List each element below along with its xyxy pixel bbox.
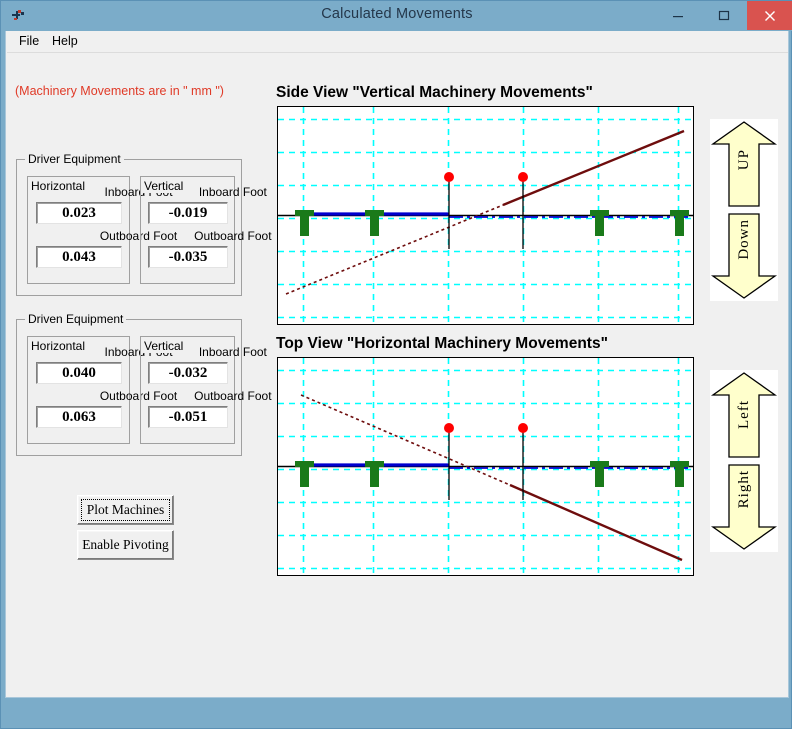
- group-driver-equipment: Driver Equipment Horizontal Inboard Foot…: [16, 159, 242, 296]
- driver-vertical-inboard-label: Inboard Foot: [186, 185, 279, 199]
- driven-outboard-foot: [670, 210, 689, 236]
- group-driven-equipment: Driven Equipment Horizontal Inboard Foot…: [16, 319, 242, 456]
- close-button[interactable]: [747, 1, 792, 30]
- driven-vertical-inboard-input[interactable]: -0.032: [148, 362, 228, 384]
- left-right-arrows: [710, 370, 778, 552]
- left-arrow-label: Left: [736, 400, 753, 429]
- driver-horizontal-outboard-input[interactable]: 0.043: [36, 246, 122, 268]
- menu-item-file[interactable]: File: [12, 33, 46, 51]
- units-note: (Machinery Movements are in " mm "): [15, 84, 224, 98]
- down-arrow-label: Down: [736, 219, 753, 260]
- enable-pivoting-button[interactable]: Enable Pivoting: [77, 530, 174, 560]
- top-view-chart[interactable]: [277, 357, 694, 576]
- driver-vertical-section: Vertical Inboard Foot -0.019 Outboard Fo…: [140, 176, 235, 284]
- coupling-pin-right: [518, 172, 528, 249]
- driven-vertical-inboard-label: Inboard Foot: [186, 345, 279, 359]
- driver-horizontal-title: Horizontal: [28, 179, 88, 193]
- driven-inboard-foot: [590, 210, 609, 236]
- application-window: Calculated Movements File Help (Machiner…: [0, 0, 792, 729]
- driver-inboard-foot: [365, 210, 384, 236]
- driven-outboard-foot: [670, 461, 689, 487]
- top-view-title: Top View "Horizontal Machinery Movements…: [276, 335, 608, 353]
- coupling-pin-left: [444, 423, 454, 500]
- coupling-pin-left: [444, 172, 454, 249]
- driven-inboard-foot: [590, 461, 609, 487]
- group-driven-title: Driven Equipment: [25, 312, 126, 326]
- driven-vertical-outboard-input[interactable]: -0.051: [148, 406, 228, 428]
- driver-inboard-foot: [365, 461, 384, 487]
- driven-vertical-outboard-label: Outboard Foot: [186, 389, 279, 403]
- driver-outboard-foot: [295, 461, 314, 487]
- enable-pivoting-label: Enable Pivoting: [82, 537, 169, 553]
- driver-horizontal-section: Horizontal Inboard Foot 0.023 Outboard F…: [27, 176, 130, 284]
- driver-vertical-title: Vertical: [141, 179, 186, 193]
- driven-horizontal-inboard-input[interactable]: 0.040: [36, 362, 122, 384]
- side-view-chart[interactable]: [277, 106, 694, 325]
- movement-line-projection: [301, 395, 510, 485]
- menu-bar: File Help: [7, 31, 789, 53]
- maximize-button[interactable]: [701, 1, 747, 30]
- plot-machines-label: Plot Machines: [87, 502, 165, 518]
- title-bar[interactable]: Calculated Movements: [1, 1, 792, 31]
- up-down-arrows: [710, 119, 778, 301]
- top-view-plot: [278, 358, 693, 575]
- movement-line: [510, 485, 682, 560]
- right-arrow-label: Right: [736, 470, 753, 508]
- minimize-button[interactable]: [655, 1, 701, 30]
- horizontal-direction-indicator: Left Right: [710, 370, 778, 552]
- driven-horizontal-outboard-input[interactable]: 0.063: [36, 406, 122, 428]
- plot-machines-button[interactable]: Plot Machines: [77, 495, 174, 525]
- driver-horizontal-inboard-input[interactable]: 0.023: [36, 202, 122, 224]
- driven-horizontal-title: Horizontal: [28, 339, 88, 353]
- coupling-pins: [444, 172, 528, 249]
- driver-outboard-foot: [295, 210, 314, 236]
- driver-vertical-outboard-label: Outboard Foot: [186, 229, 279, 243]
- driver-vertical-inboard-input[interactable]: -0.019: [148, 202, 228, 224]
- driven-horizontal-section: Horizontal Inboard Foot 0.040 Outboard F…: [27, 336, 130, 444]
- movement-line-projection: [286, 205, 503, 294]
- group-driver-title: Driver Equipment: [25, 152, 124, 166]
- side-view-title: Side View "Vertical Machinery Movements": [276, 84, 593, 102]
- client-area: File Help (Machinery Movements are in " …: [5, 31, 789, 698]
- vertical-direction-indicator: UP Down: [710, 119, 778, 301]
- movement-line: [503, 131, 684, 205]
- driven-vertical-section: Vertical Inboard Foot -0.032 Outboard Fo…: [140, 336, 235, 444]
- up-arrow-label: UP: [736, 149, 753, 170]
- driven-vertical-title: Vertical: [141, 339, 186, 353]
- driver-vertical-outboard-input[interactable]: -0.035: [148, 246, 228, 268]
- menu-item-help[interactable]: Help: [45, 33, 85, 51]
- side-view-plot: [278, 107, 693, 324]
